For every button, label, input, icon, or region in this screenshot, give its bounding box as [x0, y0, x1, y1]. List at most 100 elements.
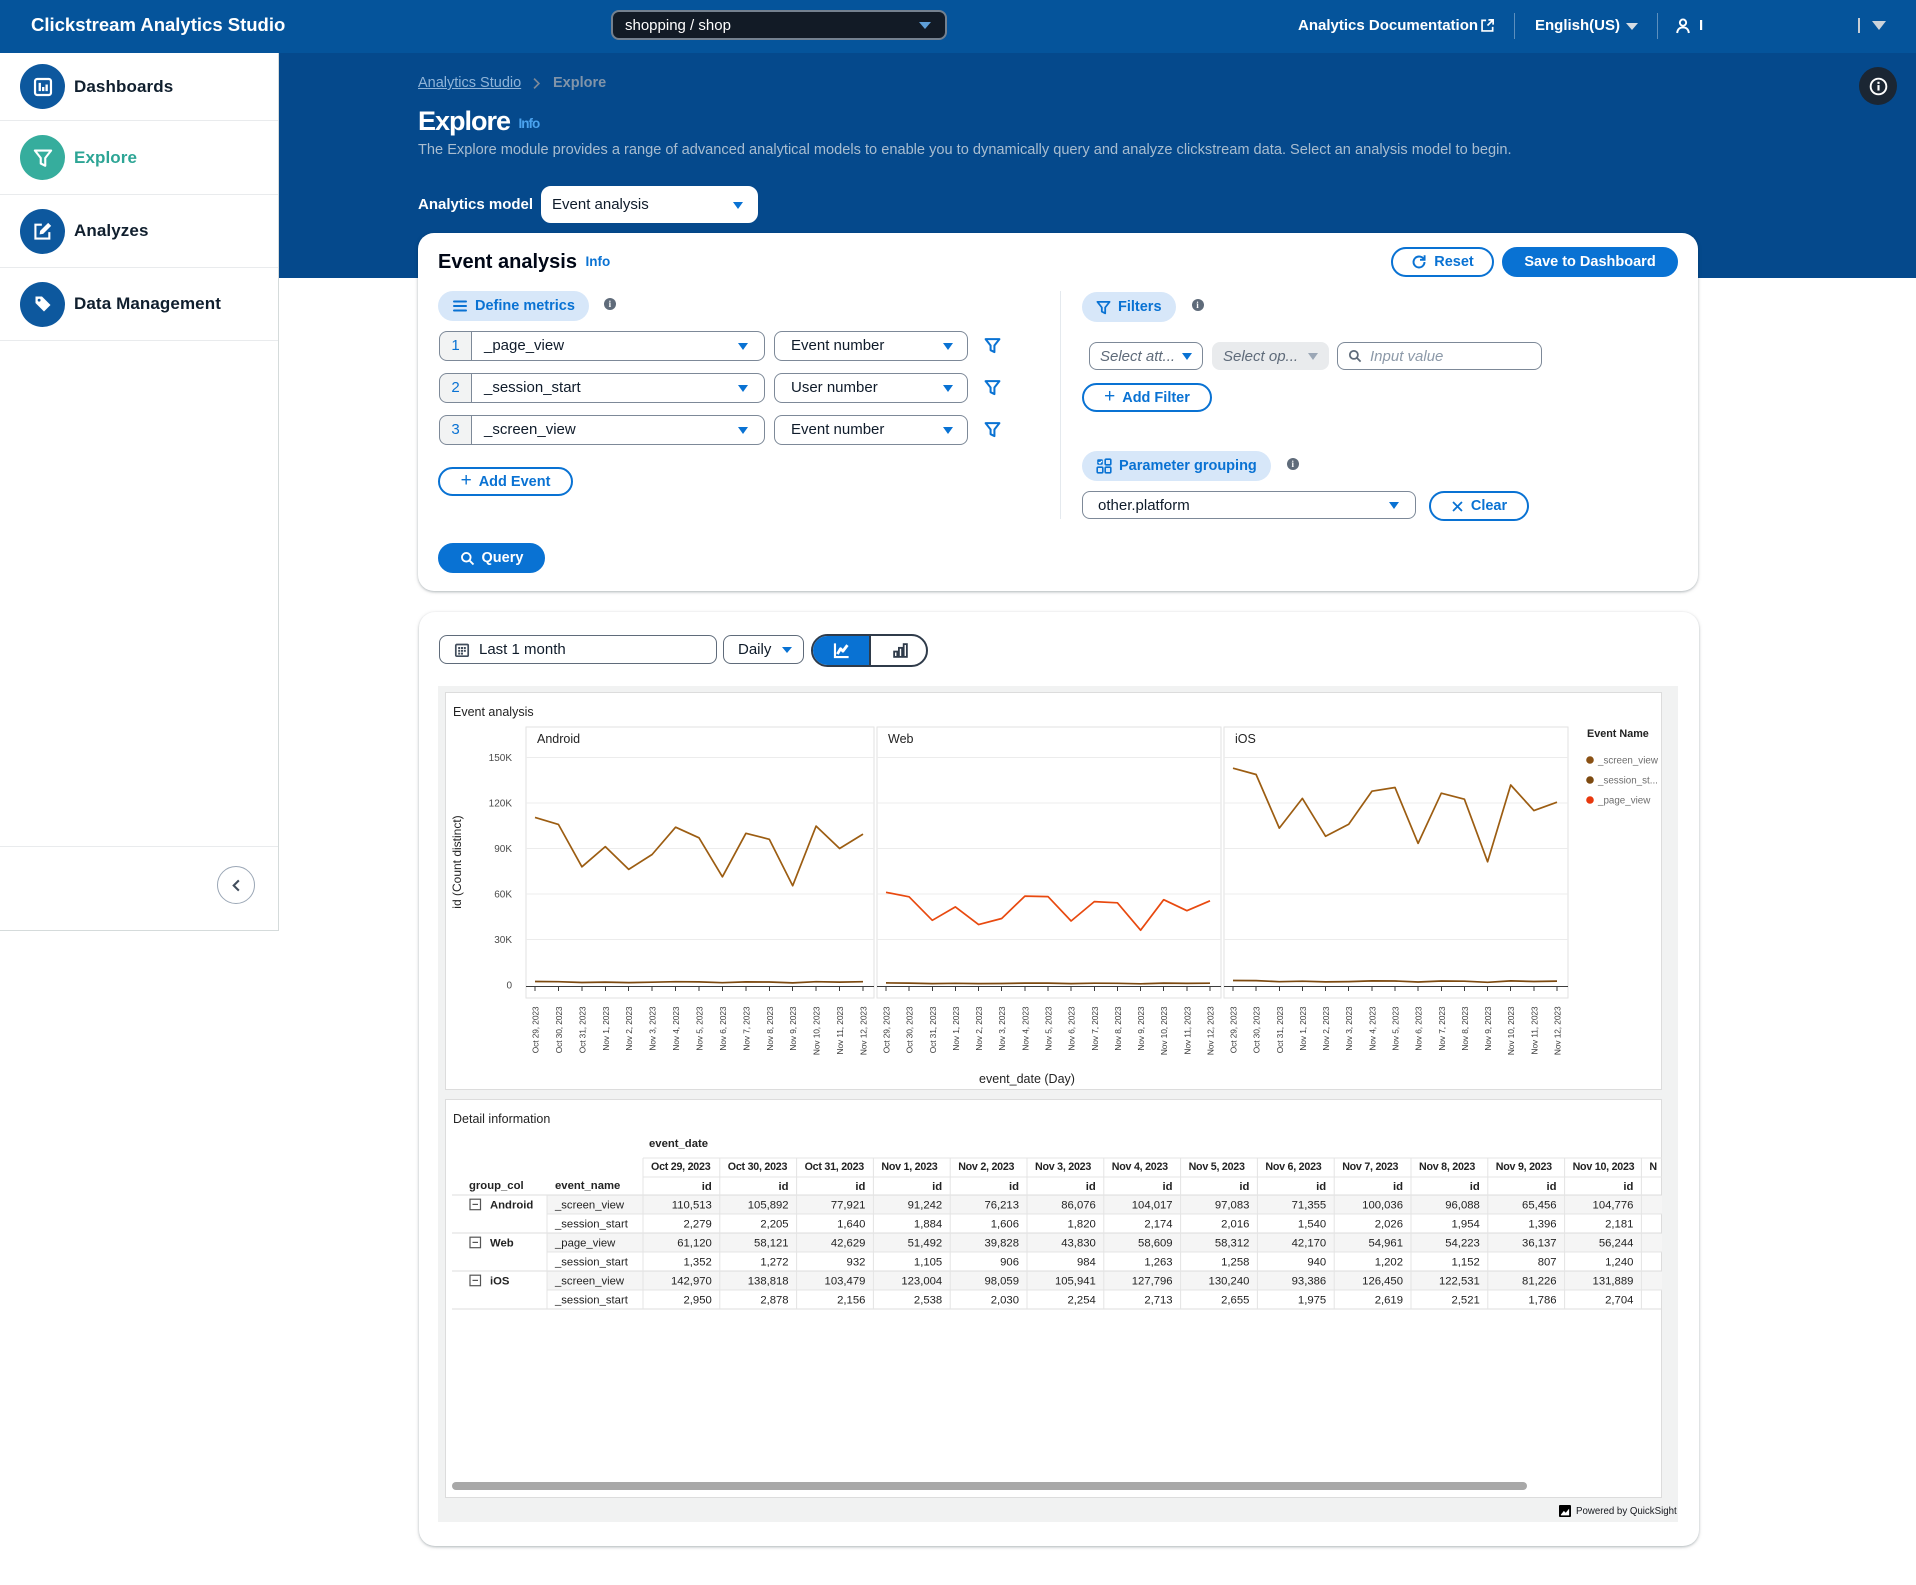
- svg-text:Nov 6, 2023: Nov 6, 2023: [1067, 1006, 1077, 1051]
- svg-text:2,026: 2,026: [1375, 1219, 1403, 1231]
- svg-text:2,156: 2,156: [837, 1295, 865, 1307]
- svg-text:77,921: 77,921: [831, 1200, 866, 1212]
- svg-text:Nov 1, 2023: Nov 1, 2023: [601, 1006, 611, 1051]
- svg-text:_session_start: _session_start: [554, 1219, 629, 1231]
- svg-text:30K: 30K: [494, 935, 512, 946]
- svg-text:_page_view: _page_view: [1597, 796, 1651, 807]
- svg-text:2,205: 2,205: [760, 1219, 788, 1231]
- svg-text:id: id: [702, 1181, 712, 1193]
- svg-text:2,704: 2,704: [1605, 1295, 1633, 1307]
- svg-text:984: 984: [1077, 1257, 1096, 1269]
- svg-text:1,396: 1,396: [1528, 1219, 1556, 1231]
- svg-text:Nov 4, 2023: Nov 4, 2023: [1020, 1006, 1030, 1051]
- svg-text:2,950: 2,950: [684, 1295, 712, 1307]
- svg-text:906: 906: [1000, 1257, 1019, 1269]
- svg-text:Nov 9, 2023: Nov 9, 2023: [1496, 1161, 1552, 1173]
- svg-text:_screen_view: _screen_view: [1597, 756, 1659, 767]
- svg-text:86,076: 86,076: [1061, 1200, 1096, 1212]
- svg-text:id: id: [855, 1181, 865, 1193]
- svg-text:1,786: 1,786: [1528, 1295, 1556, 1307]
- svg-text:Nov 3, 2023: Nov 3, 2023: [997, 1006, 1007, 1051]
- svg-text:_page_view: _page_view: [554, 1238, 616, 1250]
- svg-text:104,776: 104,776: [1593, 1200, 1634, 1212]
- svg-text:id: id: [1393, 1181, 1403, 1193]
- svg-text:127,796: 127,796: [1132, 1276, 1173, 1288]
- svg-text:Oct 30, 2023: Oct 30, 2023: [554, 1006, 564, 1053]
- svg-text:Oct 30, 2023: Oct 30, 2023: [728, 1161, 788, 1173]
- svg-text:Nov 11, 2023: Nov 11, 2023: [1529, 1006, 1539, 1054]
- svg-text:Nov 7, 2023: Nov 7, 2023: [1090, 1006, 1100, 1051]
- svg-text:39,828: 39,828: [984, 1238, 1019, 1250]
- svg-text:Nov 8, 2023: Nov 8, 2023: [1419, 1161, 1475, 1173]
- svg-text:1,884: 1,884: [914, 1219, 942, 1231]
- svg-text:Oct 29, 2023: Oct 29, 2023: [1229, 1006, 1239, 1053]
- svg-text:id: id: [779, 1181, 789, 1193]
- svg-text:Oct 30, 2023: Oct 30, 2023: [905, 1006, 915, 1053]
- svg-text:Nov 9, 2023: Nov 9, 2023: [788, 1006, 798, 1051]
- svg-text:Nov 12, 2023: Nov 12, 2023: [1553, 1006, 1563, 1055]
- svg-text:id: id: [932, 1181, 942, 1193]
- svg-text:65,456: 65,456: [1522, 1200, 1557, 1212]
- svg-text:1,105: 1,105: [914, 1257, 942, 1269]
- svg-text:Event analysis: Event analysis: [453, 705, 534, 719]
- svg-text:Nov 8, 2023: Nov 8, 2023: [1113, 1006, 1123, 1051]
- svg-text:807: 807: [1538, 1257, 1557, 1269]
- svg-text:Oct 31, 2023: Oct 31, 2023: [805, 1161, 865, 1173]
- svg-text:Nov 7, 2023: Nov 7, 2023: [1342, 1161, 1398, 1173]
- svg-text:N: N: [1649, 1161, 1656, 1173]
- svg-text:Nov 10, 2023: Nov 10, 2023: [1573, 1161, 1635, 1173]
- svg-text:1,954: 1,954: [1452, 1219, 1480, 1231]
- svg-text:Oct 31, 2023: Oct 31, 2023: [1275, 1006, 1285, 1053]
- svg-text:Nov 10, 2023: Nov 10, 2023: [1506, 1006, 1516, 1055]
- svg-text:58,121: 58,121: [754, 1238, 789, 1250]
- svg-text:105,941: 105,941: [1055, 1276, 1096, 1288]
- svg-text:Web: Web: [888, 732, 914, 746]
- svg-text:122,531: 122,531: [1439, 1276, 1480, 1288]
- svg-text:91,242: 91,242: [908, 1200, 943, 1212]
- svg-text:id: id: [1470, 1181, 1480, 1193]
- svg-text:1,352: 1,352: [684, 1257, 712, 1269]
- svg-text:1,272: 1,272: [760, 1257, 788, 1269]
- svg-text:group_col: group_col: [469, 1180, 524, 1192]
- svg-text:id (Count distinct): id (Count distinct): [450, 815, 464, 908]
- svg-text:105,892: 105,892: [748, 1200, 789, 1212]
- svg-text:Nov 2, 2023: Nov 2, 2023: [1321, 1006, 1331, 1051]
- svg-text:150K: 150K: [489, 753, 513, 764]
- svg-text:2,181: 2,181: [1605, 1219, 1633, 1231]
- svg-text:Nov 3, 2023: Nov 3, 2023: [648, 1006, 658, 1051]
- svg-text:id: id: [1163, 1181, 1173, 1193]
- svg-text:Nov 2, 2023: Nov 2, 2023: [974, 1006, 984, 1051]
- svg-text:event_date (Day): event_date (Day): [979, 1072, 1075, 1086]
- svg-text:123,004: 123,004: [901, 1276, 942, 1288]
- svg-text:1,263: 1,263: [1144, 1257, 1172, 1269]
- svg-text:90K: 90K: [494, 844, 512, 855]
- svg-text:id: id: [1316, 1181, 1326, 1193]
- svg-text:100,036: 100,036: [1362, 1200, 1403, 1212]
- svg-text:Oct 30, 2023: Oct 30, 2023: [1252, 1006, 1262, 1053]
- svg-text:138,818: 138,818: [748, 1276, 789, 1288]
- svg-text:Nov 12, 2023: Nov 12, 2023: [859, 1006, 869, 1055]
- svg-text:Nov 10, 2023: Nov 10, 2023: [1159, 1006, 1169, 1055]
- svg-text:1,606: 1,606: [991, 1219, 1019, 1231]
- svg-text:Nov 12, 2023: Nov 12, 2023: [1206, 1006, 1216, 1055]
- svg-text:event_date: event_date: [649, 1138, 708, 1150]
- svg-text:43,830: 43,830: [1061, 1238, 1096, 1250]
- svg-text:126,450: 126,450: [1362, 1276, 1403, 1288]
- svg-text:_screen_view: _screen_view: [554, 1200, 625, 1212]
- svg-text:56,244: 56,244: [1599, 1238, 1634, 1250]
- svg-text:131,889: 131,889: [1593, 1276, 1634, 1288]
- svg-text:71,355: 71,355: [1292, 1200, 1327, 1212]
- svg-text:Nov 4, 2023: Nov 4, 2023: [1367, 1006, 1377, 1051]
- svg-text:_session_start: _session_start: [554, 1295, 629, 1307]
- svg-text:Nov 5, 2023: Nov 5, 2023: [1044, 1006, 1054, 1051]
- svg-text:42,170: 42,170: [1292, 1238, 1327, 1250]
- svg-text:_session_st...: _session_st...: [1597, 776, 1658, 787]
- svg-text:110,513: 110,513: [672, 1200, 712, 1212]
- svg-text:Nov 3, 2023: Nov 3, 2023: [1035, 1161, 1091, 1173]
- svg-text:2,174: 2,174: [1144, 1219, 1172, 1231]
- svg-text:Nov 6, 2023: Nov 6, 2023: [718, 1006, 728, 1051]
- svg-text:60K: 60K: [494, 890, 512, 901]
- svg-text:Nov 6, 2023: Nov 6, 2023: [1414, 1006, 1424, 1051]
- svg-text:142,970: 142,970: [671, 1276, 712, 1288]
- svg-text:Oct 31, 2023: Oct 31, 2023: [928, 1006, 938, 1053]
